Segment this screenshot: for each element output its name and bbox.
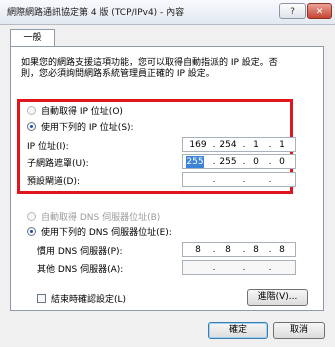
cancel-button[interactable]: 取消	[273, 322, 325, 339]
gateway-label: 預設閘道(D):	[27, 177, 80, 187]
dns1-octet-1: 8	[195, 245, 201, 255]
ip-octet-1: 169	[189, 140, 207, 150]
gateway-field[interactable]: . . .	[182, 172, 296, 187]
subnet-mask-label: 子網路遮罩(U):	[27, 159, 89, 169]
auto-dns-radio[interactable]	[27, 212, 36, 221]
ip-octet-4: 1	[279, 140, 285, 150]
description-text: 如果您的網路支援這項功能，您可以取得自動指派的 IP 設定。否 則，您必須詢問網…	[21, 58, 311, 80]
gateway-dot: .	[212, 175, 216, 185]
ip-octet-2: 254	[219, 140, 237, 150]
auto-dns-label[interactable]: 自動取得 DNS 伺服器位址(B)	[41, 210, 160, 223]
manual-dns-label[interactable]: 使用下列的 DNS 伺服器位址(E):	[41, 225, 172, 238]
dns1-octet-3: 8	[253, 245, 259, 255]
close-button[interactable]: ✕	[307, 3, 332, 19]
mask-octet-4: 0	[279, 157, 285, 167]
help-button[interactable]: ?	[279, 3, 306, 19]
title-bar: 網際網路通訊協定第 4 版 (TCP/IPv4) - 內容 ? ✕	[0, 0, 335, 25]
dns1-octet-4: 8	[279, 245, 285, 255]
alternate-dns-field[interactable]: . . .	[182, 260, 296, 275]
gateway-dot: .	[268, 175, 272, 185]
validate-label[interactable]: 結束時確認設定(L)	[51, 292, 126, 305]
ip-address-label: IP 位址(I):	[27, 142, 69, 152]
manual-ip-radio[interactable]	[27, 122, 36, 131]
dns1-octet-2: 8	[225, 245, 231, 255]
mask-octet-3: 0	[253, 157, 259, 167]
description-line-1: 如果您的網路支援這項功能，您可以取得自動指派的 IP 設定。否	[21, 58, 278, 68]
mask-octet-1: 255	[186, 156, 204, 168]
ip-octet-3: 1	[253, 140, 259, 150]
manual-dns-radio[interactable]	[27, 227, 36, 236]
ip-address-field[interactable]: 169 . 254 . 1 . 1	[182, 137, 296, 152]
auto-ip-radio[interactable]	[27, 106, 36, 115]
mask-octet-2: 255	[219, 157, 237, 167]
manual-ip-label[interactable]: 使用下列的 IP 位址(S):	[41, 120, 134, 133]
dns2-dot: .	[212, 263, 216, 273]
gateway-dot: .	[242, 175, 246, 185]
subnet-mask-field[interactable]: 255 . 255 . 0 . 0	[182, 154, 296, 169]
alternate-dns-label: 其他 DNS 伺服器(A):	[37, 265, 124, 275]
validate-checkbox[interactable]	[37, 294, 46, 303]
dns2-dot: .	[268, 263, 272, 273]
window-title: 網際網路通訊協定第 4 版 (TCP/IPv4) - 內容	[7, 8, 185, 18]
auto-ip-label[interactable]: 自動取得 IP 位址(O)	[41, 104, 123, 117]
tab-general[interactable]: 一般	[10, 29, 55, 47]
preferred-dns-field[interactable]: 8 . 8 . 8 . 8	[182, 242, 296, 257]
preferred-dns-label: 慣用 DNS 伺服器(P):	[37, 247, 123, 257]
ok-button[interactable]: 確定	[208, 322, 268, 339]
dns2-dot: .	[242, 263, 246, 273]
description-line-2: 則，您必須詢問網路系統管理員正確的 IP 設定。	[21, 69, 215, 79]
advanced-button[interactable]: 進階(V)...	[247, 289, 308, 306]
